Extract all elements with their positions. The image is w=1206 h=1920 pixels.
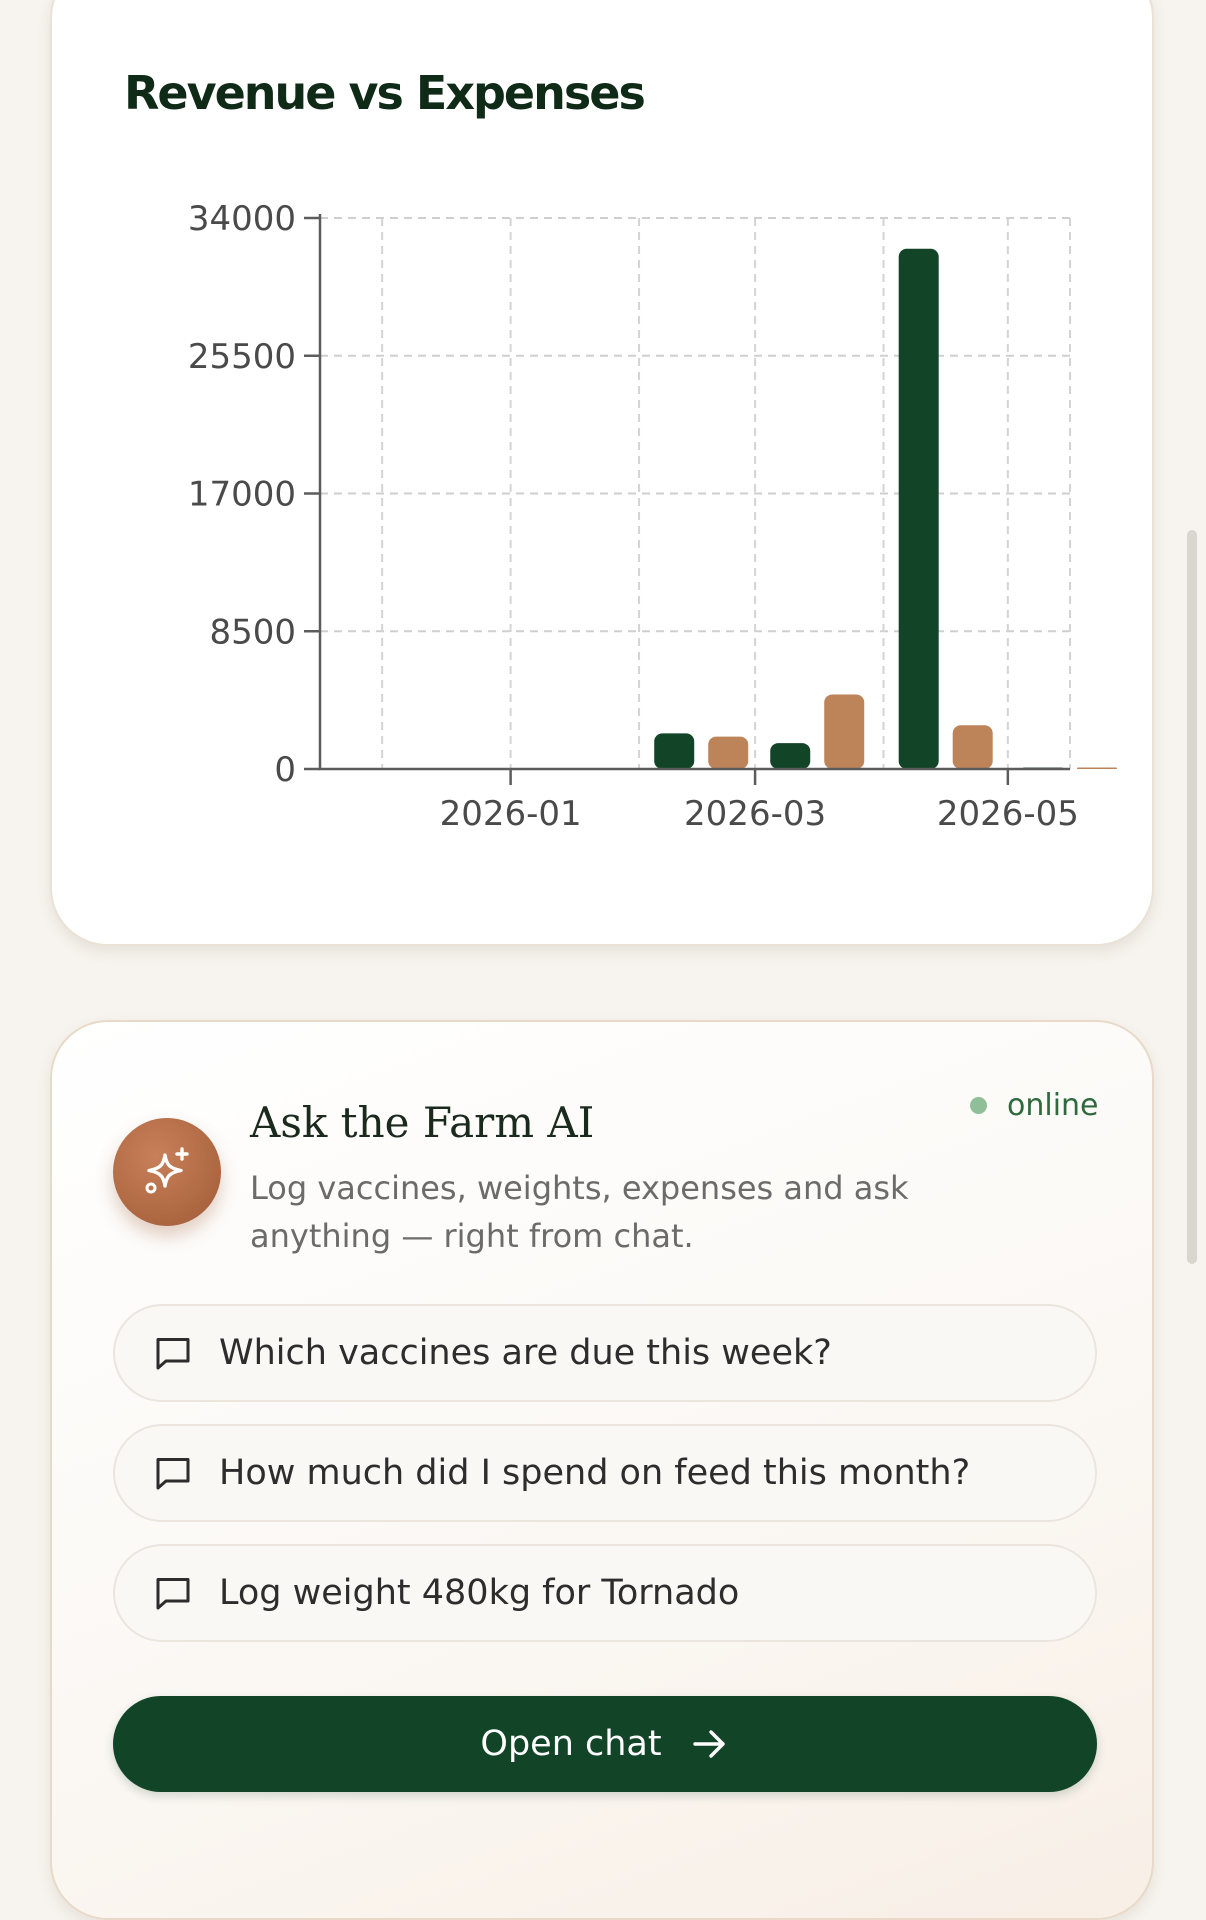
bar (824, 694, 865, 769)
y-tick-label: 8500 (209, 612, 296, 652)
ai-card-description: Log vaccines, weights, expenses and ask … (250, 1169, 909, 1255)
bar (898, 248, 939, 770)
open-chat-button[interactable]: Open chat (113, 1696, 1097, 1792)
y-tick-label: 34000 (188, 199, 296, 239)
suggestion-chip-vaccines[interactable]: Which vaccines are due this week? (113, 1304, 1097, 1402)
bar (1077, 767, 1117, 769)
y-tick-label: 0 (274, 750, 296, 790)
chat-bubble-icon (156, 1458, 190, 1490)
y-tick-label: 17000 (188, 475, 296, 515)
arrow-right-icon (692, 1730, 725, 1758)
suggestion-label: How much did I spend on feed this month? (219, 1453, 971, 1493)
online-status-label: online (1007, 1088, 1099, 1123)
scrollbar[interactable] (1187, 530, 1197, 1264)
suggestion-chip-log-weight[interactable]: Log weight 480kg for Tornado (113, 1544, 1097, 1642)
ask-farm-ai-card: Ask the Farm AI Log vaccines, weights, e… (50, 1020, 1154, 1920)
revenue-expenses-chart: 34000 25500 17000 8500 0 2026-01 2026-03 2026-0… (188, 199, 1117, 834)
sparkles-icon (145, 1147, 189, 1194)
bar (770, 743, 811, 769)
suggestion-chip-feed-spend[interactable]: How much did I spend on feed this month? (113, 1424, 1097, 1522)
bar (708, 736, 749, 769)
open-chat-label: Open chat (480, 1724, 662, 1764)
online-status: online (970, 1088, 1099, 1123)
chat-bubble-icon (156, 1338, 190, 1370)
suggestion-label: Log weight 480kg for Tornado (219, 1573, 740, 1613)
revenue-expenses-card: Revenue vs Expenses 34000 25500 17000 8500 0… (50, 0, 1154, 946)
online-status-dot (970, 1097, 987, 1114)
y-tick-label: 25500 (188, 337, 296, 377)
chat-bubble-icon (156, 1578, 190, 1610)
x-tick-label: 2026-03 (684, 794, 826, 834)
ai-card-title: Ask the Farm AI (250, 1098, 595, 1147)
ai-avatar (113, 1118, 221, 1226)
bar (952, 725, 993, 769)
x-tick-label: 2026-05 (937, 794, 1079, 834)
bar (654, 733, 695, 769)
suggestion-label: Which vaccines are due this week? (219, 1333, 832, 1373)
x-tick-label: 2026-01 (440, 794, 582, 834)
